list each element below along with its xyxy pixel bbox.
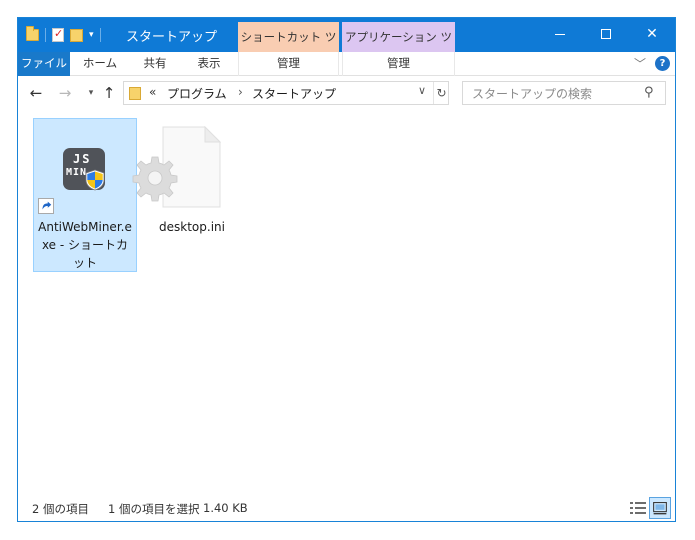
large-icons-view-icon[interactable] bbox=[649, 497, 671, 519]
contextual-tab-application-tools: アプリケーション ツール bbox=[342, 22, 455, 74]
toolbar-separator bbox=[45, 28, 46, 42]
gear-icon bbox=[132, 156, 178, 202]
file-item-desktop-ini[interactable]: desktop.ini bbox=[132, 118, 244, 272]
tab-home[interactable]: ホーム bbox=[77, 52, 123, 76]
new-folder-icon[interactable] bbox=[70, 28, 83, 42]
tab-manage-application[interactable]: 管理 bbox=[342, 52, 455, 76]
refresh-icon[interactable]: ↻ bbox=[433, 82, 449, 104]
file-name: AntiWebMiner.exe - ショートカット bbox=[38, 220, 132, 270]
uac-shield-icon bbox=[85, 169, 105, 191]
back-arrow-icon[interactable]: ← bbox=[27, 83, 45, 103]
explorer-window: ▾ スタートアップ ショートカット ツール アプリケーション ツール ✕ ファイ… bbox=[17, 17, 676, 522]
quick-access-toolbar: ▾ bbox=[26, 26, 101, 44]
ribbon-tabs: ファイル ホーム 共有 表示 管理 管理 ﹀ ? bbox=[18, 52, 675, 76]
address-bar[interactable]: « プログラム › スタートアップ ∨ ↻ bbox=[123, 81, 449, 105]
properties-icon[interactable] bbox=[52, 27, 64, 42]
toolbar-separator bbox=[99, 28, 101, 42]
minimize-icon bbox=[555, 33, 565, 35]
tab-manage-shortcut[interactable]: 管理 bbox=[238, 52, 339, 76]
file-list: JS MIN AntiWebMiner.exe - ショートカット deskto… bbox=[18, 110, 675, 490]
navigation-bar: ← → ▾ ↑ « プログラム › スタートアップ ∨ ↻ スタートアップの検索… bbox=[18, 77, 675, 110]
status-selection-size: 1.40 KB bbox=[203, 501, 248, 515]
breadcrumb-programs[interactable]: プログラム bbox=[167, 85, 227, 102]
search-icon[interactable]: ⚲ bbox=[644, 85, 654, 100]
maximize-icon bbox=[601, 29, 611, 39]
shortcut-arrow-icon bbox=[38, 198, 54, 214]
close-button[interactable]: ✕ bbox=[629, 18, 675, 50]
breadcrumb-startup[interactable]: スタートアップ bbox=[252, 85, 336, 102]
close-icon: ✕ bbox=[646, 26, 658, 42]
search-placeholder: スタートアップの検索 bbox=[472, 87, 593, 101]
forward-arrow-icon[interactable]: → bbox=[56, 83, 74, 103]
folder-icon bbox=[129, 87, 141, 100]
minimize-button[interactable] bbox=[537, 18, 583, 50]
details-view-icon[interactable] bbox=[628, 498, 648, 518]
recent-locations-chevron-icon[interactable]: ▾ bbox=[82, 83, 100, 103]
breadcrumb-overflow[interactable]: « bbox=[149, 85, 156, 99]
status-item-count: 2 個の項目 bbox=[32, 502, 89, 516]
file-item-antiwebminer-shortcut[interactable]: JS MIN AntiWebMiner.exe - ショートカット bbox=[33, 118, 137, 272]
status-bar: 2 個の項目 1 個の項目を選択 1.40 KB bbox=[18, 497, 675, 521]
file-name: desktop.ini bbox=[159, 220, 225, 234]
address-dropdown-chevron-icon[interactable]: ∨ bbox=[418, 84, 426, 97]
expand-ribbon-chevron-icon[interactable]: ﹀ bbox=[634, 55, 646, 72]
search-box[interactable]: スタートアップの検索 ⚲ bbox=[462, 81, 666, 105]
title-bar: ▾ スタートアップ ショートカット ツール アプリケーション ツール ✕ bbox=[18, 18, 675, 74]
folder-icon bbox=[26, 26, 39, 41]
customize-toolbar-dropdown-icon[interactable]: ▾ bbox=[89, 30, 94, 40]
up-arrow-icon[interactable]: ↑ bbox=[100, 83, 118, 103]
tab-file[interactable]: ファイル bbox=[18, 52, 70, 76]
status-selection: 1 個の項目を選択 bbox=[108, 502, 200, 516]
maximize-button[interactable] bbox=[583, 18, 629, 50]
breadcrumb-separator-chevron-icon[interactable]: › bbox=[238, 85, 243, 99]
tab-view[interactable]: 表示 bbox=[186, 52, 232, 76]
window-title: スタートアップ bbox=[126, 30, 218, 45]
tab-share[interactable]: 共有 bbox=[132, 52, 178, 76]
help-icon[interactable]: ? bbox=[655, 56, 670, 71]
contextual-tab-shortcut-tools: ショートカット ツール bbox=[238, 22, 339, 74]
